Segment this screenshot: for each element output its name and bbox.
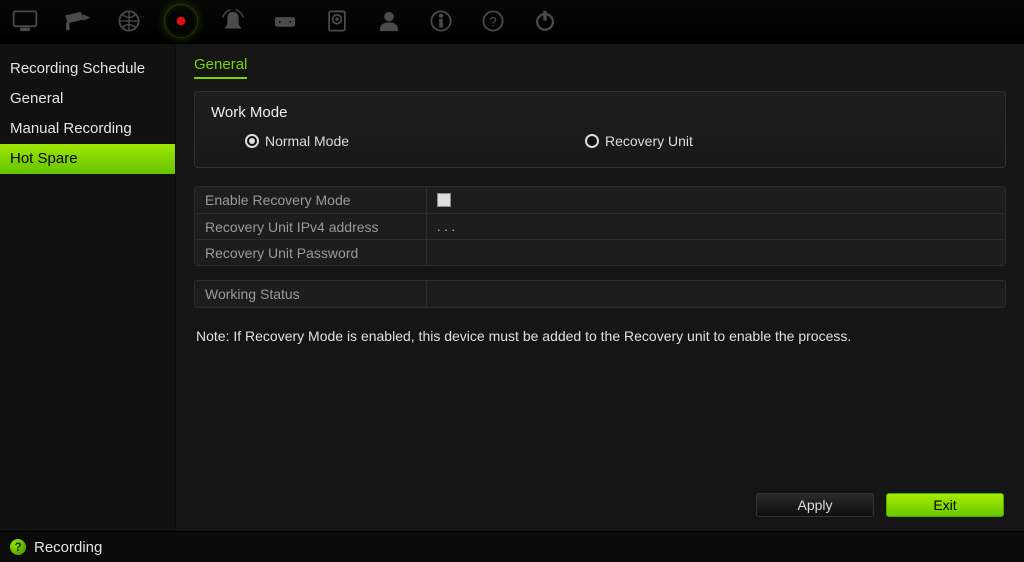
status-text: Recording bbox=[34, 539, 102, 556]
sidebar-item-manual-recording[interactable]: Manual Recording bbox=[0, 114, 175, 144]
work-mode-title: Work Mode bbox=[211, 104, 989, 121]
working-status-value bbox=[427, 281, 1005, 307]
monitor-icon[interactable] bbox=[4, 0, 46, 42]
sidebar-item-label: Manual Recording bbox=[10, 120, 132, 137]
alarm-icon[interactable] bbox=[212, 0, 254, 42]
sidebar: Recording Schedule General Manual Record… bbox=[0, 44, 176, 531]
content-area: General Work Mode Normal Mode Recovery U… bbox=[176, 44, 1024, 531]
camera-icon[interactable] bbox=[56, 0, 98, 42]
work-mode-panel: Work Mode Normal Mode Recovery Unit bbox=[194, 91, 1006, 168]
working-status-row: Working Status bbox=[194, 280, 1006, 308]
sidebar-item-hot-spare[interactable]: Hot Spare bbox=[0, 144, 175, 174]
radio-label: Normal Mode bbox=[265, 133, 349, 149]
sidebar-item-general[interactable]: General bbox=[0, 84, 175, 114]
tabbar: General bbox=[194, 56, 1006, 79]
top-toolbar: ? bbox=[0, 0, 1024, 44]
radio-dot-icon bbox=[585, 134, 599, 148]
help-icon[interactable]: ? bbox=[472, 0, 514, 42]
row-label: Recovery Unit Password bbox=[195, 240, 427, 265]
hdd-icon[interactable] bbox=[316, 0, 358, 42]
enable-recovery-checkbox[interactable] bbox=[437, 193, 451, 207]
note-text: Note: If Recovery Mode is enabled, this … bbox=[196, 328, 1006, 344]
status-bar: ? Recording bbox=[0, 531, 1024, 562]
device-icon[interactable] bbox=[264, 0, 306, 42]
exit-button[interactable]: Exit bbox=[886, 493, 1004, 517]
sidebar-item-label: Hot Spare bbox=[10, 150, 78, 167]
radio-label: Recovery Unit bbox=[605, 133, 693, 149]
recovery-password-input[interactable] bbox=[427, 240, 1005, 265]
record-icon[interactable] bbox=[160, 0, 202, 42]
radio-normal-mode[interactable]: Normal Mode bbox=[245, 133, 585, 149]
sidebar-item-label: General bbox=[10, 90, 63, 107]
help-dot-icon[interactable]: ? bbox=[10, 539, 26, 555]
row-enable-recovery-mode: Enable Recovery Mode bbox=[195, 187, 1005, 213]
info-icon[interactable] bbox=[420, 0, 462, 42]
recovery-ipv4-input[interactable]: . . . bbox=[427, 214, 1005, 239]
user-icon[interactable] bbox=[368, 0, 410, 42]
power-icon[interactable] bbox=[524, 0, 566, 42]
row-recovery-ipv4: Recovery Unit IPv4 address . . . bbox=[195, 213, 1005, 239]
settings-table: Enable Recovery Mode Recovery Unit IPv4 … bbox=[194, 186, 1006, 266]
apply-button[interactable]: Apply bbox=[756, 493, 874, 517]
buttons-row: Apply Exit bbox=[194, 493, 1006, 521]
row-label: Enable Recovery Mode bbox=[195, 187, 427, 213]
row-recovery-password: Recovery Unit Password bbox=[195, 239, 1005, 265]
row-label: Working Status bbox=[195, 281, 427, 307]
svg-text:?: ? bbox=[489, 13, 497, 29]
sidebar-item-recording-schedule[interactable]: Recording Schedule bbox=[0, 54, 175, 84]
row-label: Recovery Unit IPv4 address bbox=[195, 214, 427, 239]
sidebar-item-label: Recording Schedule bbox=[10, 60, 145, 77]
row-value bbox=[427, 187, 1005, 213]
radio-dot-icon bbox=[245, 134, 259, 148]
radio-recovery-unit[interactable]: Recovery Unit bbox=[585, 133, 693, 149]
globe-icon[interactable] bbox=[108, 0, 150, 42]
tab-general[interactable]: General bbox=[194, 56, 247, 79]
